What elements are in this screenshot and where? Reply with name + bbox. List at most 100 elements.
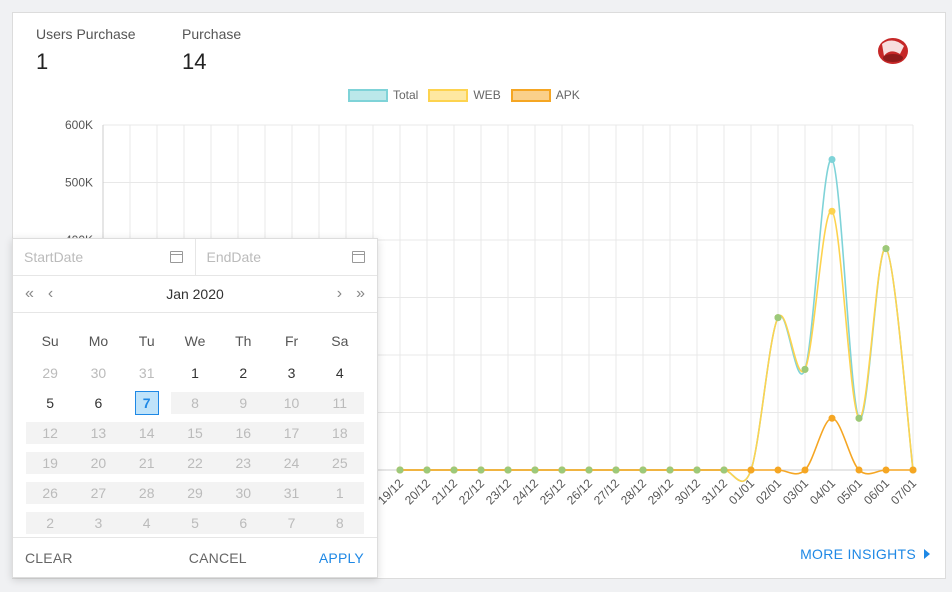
users-purchase-stat: Users Purchase 1 xyxy=(36,26,136,75)
calendar-day-number: 9 xyxy=(239,395,248,411)
calendar-day-number: 16 xyxy=(235,425,252,441)
next-month-button[interactable]: › xyxy=(337,285,342,303)
calendar-day-number: 3 xyxy=(94,515,103,531)
calendar-icon xyxy=(169,251,183,263)
calendar-day-number: 29 xyxy=(42,365,58,381)
end-date-input[interactable]: EndDate xyxy=(194,239,378,275)
next-year-button[interactable]: » xyxy=(356,285,365,303)
calendar-day-number: 15 xyxy=(187,425,203,441)
calendar-day-number: 14 xyxy=(138,425,155,441)
calendar-day-number: 11 xyxy=(332,395,348,411)
legend-item[interactable]: APK xyxy=(510,88,580,102)
start-date-input[interactable]: StartDate xyxy=(13,239,195,275)
calendar-day-number: 4 xyxy=(335,365,344,381)
calendar-day[interactable]: 7 xyxy=(123,391,171,415)
calendar-day-number: 22 xyxy=(187,455,203,471)
weekday-label: Sa xyxy=(331,332,349,349)
calendar-day-number: 8 xyxy=(335,515,344,531)
users-purchase-value: 1 xyxy=(36,49,49,74)
calendar-day-number: 19 xyxy=(42,455,58,471)
calendar-week: 2 3 4 5 6 7 8 xyxy=(26,508,364,538)
calendar-day: 23 xyxy=(219,452,268,474)
month-label[interactable]: Jan 2020 xyxy=(166,286,224,302)
calendar-day-number: 31 xyxy=(283,485,300,501)
calendar-day-number: 2 xyxy=(239,365,248,381)
weekday-label: Tu xyxy=(138,332,155,349)
calendar-day: 2 xyxy=(26,512,75,534)
calendar-day-number: 6 xyxy=(94,395,103,411)
calendar-day: 5 xyxy=(170,512,220,534)
calendar-day: 27 xyxy=(74,482,123,504)
weekday-header: Su Mo Tu We Th Fr Sa xyxy=(26,313,364,358)
prev-year-button[interactable]: « xyxy=(25,285,34,303)
calendar-week: 29 30 31 1 2 3 4 xyxy=(26,358,364,388)
calendar-day[interactable]: 3 xyxy=(267,362,315,384)
calendar-day: 17 xyxy=(267,422,316,444)
calendar-day-number: 13 xyxy=(90,425,107,441)
calendar-day[interactable]: 4 xyxy=(316,362,364,384)
calendar-day-number: 8 xyxy=(191,395,199,411)
brand-logo-icon xyxy=(878,38,908,64)
calendar-day-number: 18 xyxy=(332,425,348,441)
calendar-day: 28 xyxy=(122,482,171,504)
calendar-day-number: 30 xyxy=(235,485,252,501)
calendar-day-number: 4 xyxy=(142,515,151,531)
calendar-day-number: 21 xyxy=(138,455,155,471)
calendar-day-number: 7 xyxy=(287,515,296,531)
calendar-day-number: 26 xyxy=(42,485,58,501)
prev-month-button[interactable]: ‹ xyxy=(48,285,53,303)
clear-button[interactable]: CLEAR xyxy=(25,550,73,566)
calendar-day-number: 28 xyxy=(138,485,155,501)
more-insights-link[interactable]: MORE INSIGHTS xyxy=(800,546,930,562)
legend-label: Total xyxy=(393,88,419,102)
calendar-day: 13 xyxy=(74,422,123,444)
calendar-day[interactable]: 1 xyxy=(171,362,219,384)
weekday-label: Mo xyxy=(88,332,109,349)
date-range-picker: StartDate EndDate « ‹ Jan 2020 › » Su Mo T… xyxy=(12,238,378,578)
legend-item[interactable]: Total xyxy=(348,88,418,102)
apply-button[interactable]: APPLY xyxy=(319,550,364,566)
calendar-week: 12 13 14 15 16 17 18 xyxy=(26,418,364,448)
calendar-day-number: 17 xyxy=(283,425,300,441)
calendar-day: 30 xyxy=(74,362,122,384)
calendar-day: 4 xyxy=(122,512,171,534)
calendar-day: 9 xyxy=(219,392,268,414)
calendar-day: 16 xyxy=(219,422,268,444)
calendar-day[interactable]: 2 xyxy=(219,362,267,384)
legend-swatch xyxy=(510,88,551,102)
calendar-day: 20 xyxy=(74,452,123,474)
calendar-day: 6 xyxy=(219,512,268,534)
calendar-week: 26 27 28 29 30 31 1 xyxy=(26,478,364,508)
calendar-day: 3 xyxy=(74,512,123,534)
calendar-day: 19 xyxy=(26,452,75,474)
calendar-day-number: 2 xyxy=(46,515,55,531)
calendar-grid: Su Mo Tu We Th Fr Sa 29 30 31 1 2 3 4 5 6 7 8 9 10 11 12 13 14 1… xyxy=(13,313,377,538)
calendar-day: 8 xyxy=(315,512,364,534)
calendar-day-number: 5 xyxy=(46,395,55,411)
legend-item[interactable]: WEB xyxy=(428,88,501,102)
calendar-day-number: 3 xyxy=(287,365,296,381)
calendar-day: 7 xyxy=(267,512,316,534)
calendar-day-number: 7 xyxy=(134,391,159,415)
caret-right-icon xyxy=(924,549,930,559)
calendar-day: 29 xyxy=(26,362,74,384)
calendar-day[interactable]: 6 xyxy=(74,392,122,414)
calendar-day-number: 31 xyxy=(138,365,155,381)
users-purchase-label: Users Purchase xyxy=(36,26,136,42)
calendar-day-number: 20 xyxy=(90,455,107,471)
calendar-day-number: 25 xyxy=(332,455,348,471)
calendar-day-number: 10 xyxy=(283,395,300,411)
calendar-day[interactable]: 5 xyxy=(26,392,74,414)
weekday-label: Th xyxy=(235,332,252,349)
calendar-day: 18 xyxy=(315,422,364,444)
legend-label: APK xyxy=(555,88,580,102)
purchase-value: 14 xyxy=(182,49,207,74)
calendar-day: 8 xyxy=(170,392,220,414)
chart-legend: Total WEB APK xyxy=(348,88,580,102)
calendar-day-number: 1 xyxy=(191,365,199,381)
purchase-stat: Purchase 14 xyxy=(182,26,241,75)
cancel-button[interactable]: CANCEL xyxy=(189,550,247,566)
calendar-day: 26 xyxy=(26,482,75,504)
calendar-day: 31 xyxy=(267,482,316,504)
weekday-label: Su xyxy=(41,332,59,349)
